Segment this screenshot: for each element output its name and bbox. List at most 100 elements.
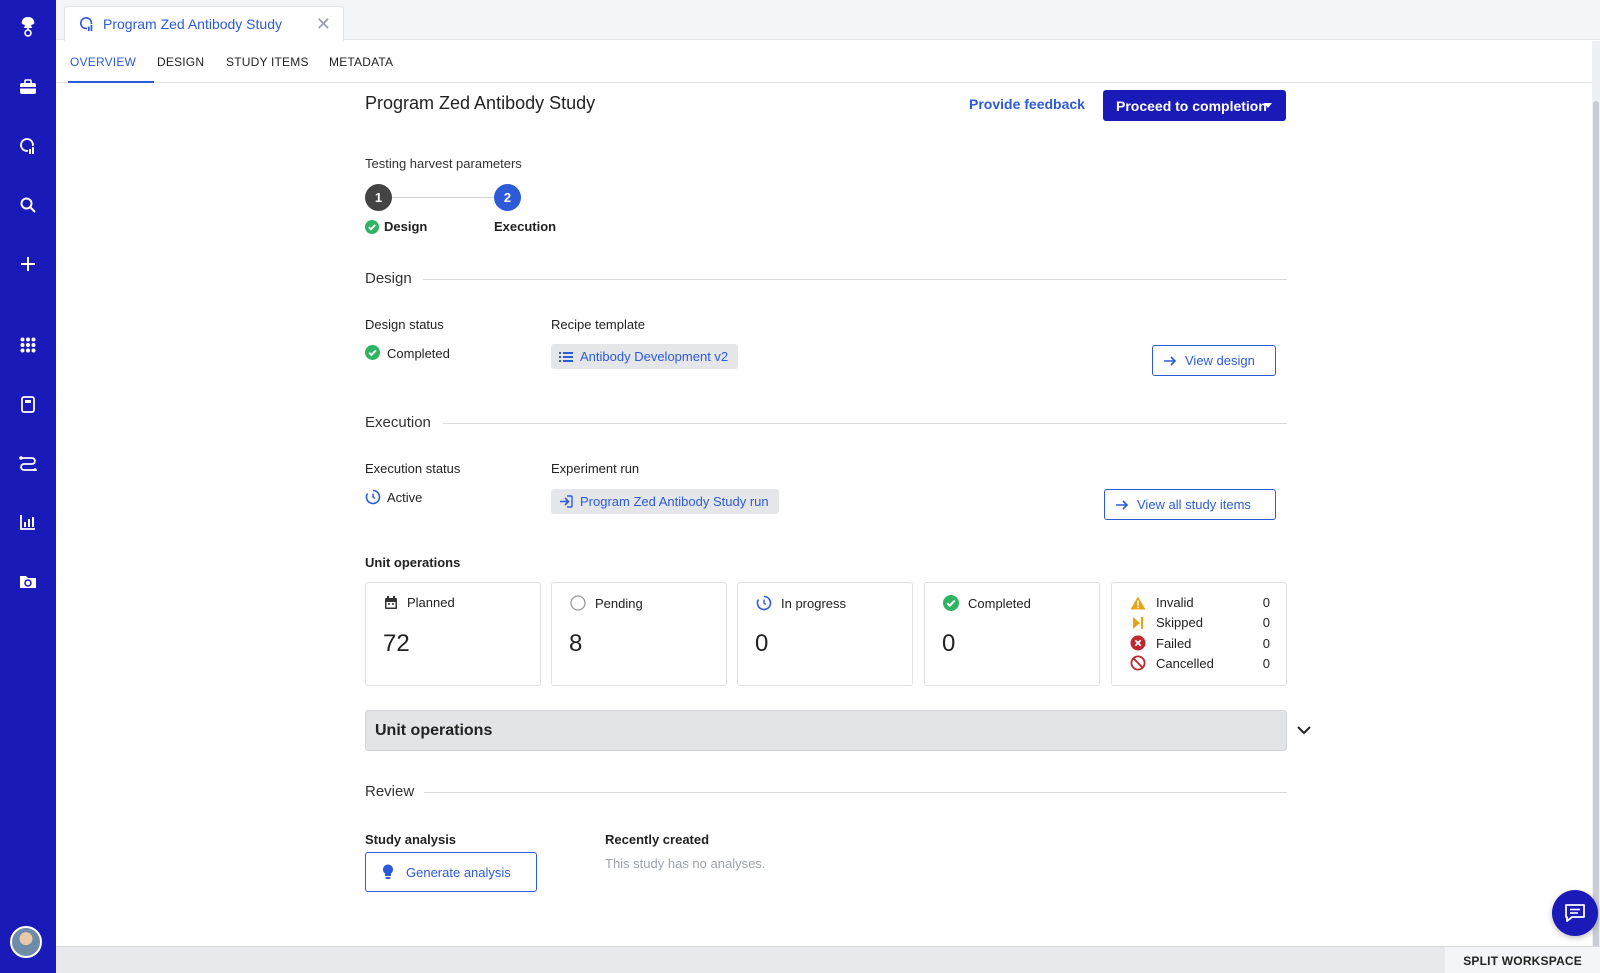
invalid-row: Invalid 0 (1130, 595, 1270, 610)
in-progress-value: 0 (755, 630, 769, 657)
view-all-study-items-button[interactable]: View all study items (1104, 489, 1276, 520)
cancel-icon (1130, 655, 1146, 671)
provide-feedback-link[interactable]: Provide feedback (969, 96, 1085, 112)
experiment-run-value: Program Zed Antibody Study run (580, 494, 769, 509)
warning-icon (1130, 596, 1146, 609)
unit-operations-heading: Unit operations (365, 555, 461, 570)
chart-icon[interactable] (0, 507, 56, 537)
skipped-label: Skipped (1156, 615, 1203, 630)
execution-section-heading: Execution (365, 414, 431, 431)
chevron-down-icon[interactable] (1296, 724, 1312, 736)
close-icon[interactable]: ✕ (316, 14, 331, 35)
design-status-value: Completed (387, 346, 450, 361)
check-circle-icon (365, 220, 379, 234)
invalid-label: Invalid (1156, 595, 1194, 610)
failed-label: Failed (1156, 635, 1192, 651)
stepper-caption: Testing harvest parameters (365, 156, 522, 171)
planned-value: 72 (383, 630, 410, 657)
divider (423, 279, 1287, 280)
arrow-right-icon (1164, 355, 1177, 366)
design-section-heading: Design (365, 270, 412, 287)
check-circle-icon (943, 595, 959, 611)
tab-title: Program Zed Antibody Study (103, 16, 282, 32)
empty-circle-icon (570, 595, 586, 611)
cancelled-row: Cancelled 0 (1130, 655, 1270, 671)
pending-value: 8 (569, 630, 583, 657)
completed-value: 0 (942, 630, 956, 657)
experiment-run-label: Experiment run (551, 461, 640, 476)
planned-card: Planned 72 (365, 582, 541, 686)
stepper-connector (392, 197, 494, 198)
chat-button[interactable] (1552, 890, 1598, 936)
accordion-title: Unit operations (375, 721, 493, 739)
split-workspace-button[interactable]: SPLIT WORKSPACE (1445, 947, 1600, 973)
logo-icon[interactable] (0, 12, 56, 42)
divider (424, 792, 1287, 793)
tab-program-zed-antibody-study[interactable]: Program Zed Antibody Study ✕ (64, 6, 344, 41)
view-design-button[interactable]: View design (1152, 345, 1276, 376)
tab-overview[interactable]: OVERVIEW (70, 55, 136, 69)
study-subnav: OVERVIEW DESIGN STUDY ITEMS METADATA (56, 41, 1600, 83)
app: Program Zed Antibody Study ✕ OVERVIEW DE… (0, 0, 1600, 973)
page-title: Program Zed Antibody Study (365, 93, 596, 113)
skipped-row: Skipped 0 (1130, 615, 1270, 630)
step-2-label: Execution (494, 219, 557, 234)
recipe-template-value: Antibody Development v2 (580, 349, 729, 364)
scrollbar[interactable] (1592, 41, 1600, 951)
design-status-label: Design status (365, 317, 444, 332)
failed-row: Failed 0 (1130, 635, 1270, 651)
error-circle-icon (1130, 635, 1146, 651)
proceed-label: Proceed to completion (1116, 97, 1267, 114)
folder-sync-icon[interactable] (0, 566, 56, 596)
active-tab-underline (68, 81, 154, 83)
skip-icon (1133, 616, 1143, 629)
recipe-template-label: Recipe template (551, 317, 645, 332)
arrow-right-icon (1116, 499, 1129, 510)
tab-study-items[interactable]: STUDY ITEMS (226, 55, 309, 69)
proceed-to-completion-button[interactable]: Proceed to completion (1103, 90, 1286, 121)
generate-analysis-button[interactable]: Generate analysis (365, 852, 537, 892)
calendar-icon (385, 595, 397, 609)
pending-card: Pending 8 (551, 582, 727, 686)
in-progress-card: In progress 0 (737, 582, 913, 686)
step-1-label: Design (384, 219, 428, 234)
view-design-label: View design (1185, 353, 1255, 368)
unit-operations-accordion[interactable]: Unit operations (365, 710, 1287, 751)
user-avatar[interactable] (10, 926, 42, 958)
failed-value: 0 (1262, 635, 1270, 651)
study-icon[interactable] (0, 131, 56, 161)
briefcase-icon[interactable] (0, 72, 56, 102)
tab-metadata[interactable]: METADATA (329, 55, 393, 69)
cancelled-value: 0 (1262, 655, 1270, 671)
other-statuses-card: Invalid 0 Skipped 0 Failed 0 Cancelled 0 (1111, 582, 1287, 686)
progress-icon (756, 595, 772, 611)
recipe-template-chip[interactable]: Antibody Development v2 (551, 344, 739, 369)
bottom-bar: SPLIT WORKSPACE (56, 946, 1600, 973)
planned-label: Planned (407, 595, 455, 610)
scrollbar-thumb[interactable] (1593, 101, 1599, 951)
check-circle-icon (365, 345, 380, 360)
add-icon[interactable] (0, 249, 56, 279)
completed-card: Completed 0 (924, 582, 1100, 686)
invalid-value: 0 (1262, 595, 1270, 610)
lightbulb-icon (383, 864, 393, 879)
workflow-icon[interactable] (0, 448, 56, 478)
tab-design[interactable]: DESIGN (157, 55, 204, 69)
caret-down-icon (1264, 103, 1272, 108)
experiment-run-chip[interactable]: Program Zed Antibody Study run (551, 489, 779, 514)
study-icon (79, 16, 95, 32)
notebook-icon[interactable] (0, 389, 56, 419)
execution-status-value: Active (387, 490, 423, 505)
document-tab-bar: Program Zed Antibody Study ✕ (56, 0, 1600, 41)
view-all-study-items-label: View all study items (1137, 497, 1251, 512)
pending-label: Pending (595, 595, 643, 611)
chat-icon (1565, 904, 1585, 922)
list-icon (559, 351, 573, 362)
run-link-icon (560, 495, 573, 508)
left-rail (0, 0, 56, 973)
in-progress-label: In progress (781, 595, 847, 611)
apps-grid-icon[interactable] (0, 330, 56, 360)
study-analysis-label: Study analysis (365, 832, 457, 847)
step-2-badge: 2 (494, 184, 521, 211)
search-icon[interactable] (0, 190, 56, 220)
